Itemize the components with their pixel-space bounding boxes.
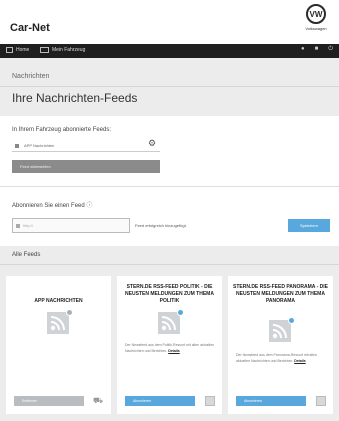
remove-button[interactable]: Entfernen [14,396,84,406]
brand-name: Volkswagen [305,26,327,31]
feed-card-description: Der Newsfeed aus dem Politik-Ressort mit… [125,342,217,354]
nav-item-home[interactable]: Home [6,47,29,53]
status-badge-icon [66,309,73,316]
gear-icon[interactable]: ⚙ [148,138,156,149]
brand[interactable]: VW Volkswagen [303,4,329,31]
subscribe-button[interactable]: Abonnieren [125,396,195,406]
subscribed-heading: In Ihrem Fahrzeug abonnierte Feeds: [12,127,112,133]
feed-card-stern-panorama: STERN.DE RSS-FEED PANORAMA - DIE NEUSTEN… [228,276,333,414]
page-title: Ihre Nachrichten-Feeds [12,91,138,105]
unsubscribe-label: Feed abbestellen [20,164,51,169]
all-feeds-heading: Alle Feeds [12,252,41,258]
user-icon[interactable]: ● [301,46,305,53]
subscribed-feed-item[interactable]: APP Nachrichten [12,140,160,152]
details-link[interactable]: Details [294,359,305,363]
rss-icon [269,320,291,342]
trash-icon[interactable] [316,396,326,406]
vw-logo-icon: VW [306,4,326,24]
nav-item-vehicle[interactable]: Mein Fahrzeug [40,47,85,53]
feed-card-title: APP NACHRICHTEN [34,298,83,304]
add-feed-heading-text: Abonnieren Sie einen Feed [12,203,85,209]
power-icon[interactable]: ⏻ [328,46,333,53]
car-icon[interactable]: ⛟ [93,396,103,406]
feed-card-title: STERN.DE RSS-FEED POLITIK - DIE NEUSTEN … [125,284,214,304]
nav-right-icons: ● ■ ⏻ [301,46,333,53]
subscribe-button[interactable]: Abonnieren [236,396,306,406]
car-icon [40,47,49,53]
link-icon [16,224,20,228]
status-message: Feed erfolgreich hinzugefügt. [135,223,187,228]
subscribed-feed-label: APP Nachrichten [24,143,55,148]
feed-url-input[interactable]: http:// [12,218,130,233]
rss-icon [47,312,69,334]
trash-icon[interactable] [205,396,215,406]
feed-card-app-nachrichten: APP NACHRICHTEN Entfernen ⛟ [6,276,111,414]
divider [0,86,339,87]
divider [0,264,339,265]
breadcrumb[interactable]: Nachrichten [12,73,49,80]
feed-card-stern-politik: STERN.DE RSS-FEED POLITIK - DIE NEUSTEN … [117,276,222,414]
rss-icon [158,312,180,334]
status-badge-icon [288,317,295,324]
nav-item-label: Mein Fahrzeug [52,47,86,53]
feed-card-title: STERN.DE RSS-FEED PANORAMA - DIE NEUSTEN… [232,284,328,304]
add-feed-heading: Abonnieren Sie einen Feed ⓘ [12,200,92,209]
subscribed-feeds-section: In Ihrem Fahrzeug abonnierte Feeds: APP … [0,116,339,186]
feed-url-placeholder: http:// [23,223,34,228]
details-link[interactable]: Details [168,349,179,353]
lock-icon[interactable]: ■ [315,46,319,53]
status-badge-icon [177,309,184,316]
feed-icon [15,144,19,148]
add-feed-section: Abonnieren Sie einen Feed ⓘ http:// Feed… [0,187,339,242]
grid-icon [6,47,13,53]
app-header: Car-Net VW Volkswagen [0,0,339,44]
nav-item-label: Home [16,47,30,53]
page-subheader: Nachrichten Ihre Nachrichten-Feeds [0,58,339,116]
help-icon[interactable]: ⓘ [86,203,92,209]
feed-card-description: Der Newsfeed aus dem Panorama-Ressort mi… [236,352,328,364]
app-title: Car-Net [10,22,50,34]
save-button[interactable]: Speichern [288,219,330,232]
main-navbar: Home Mein Fahrzeug ● ■ ⏻ [0,44,339,58]
unsubscribe-button[interactable]: Feed abbestellen [12,160,160,173]
